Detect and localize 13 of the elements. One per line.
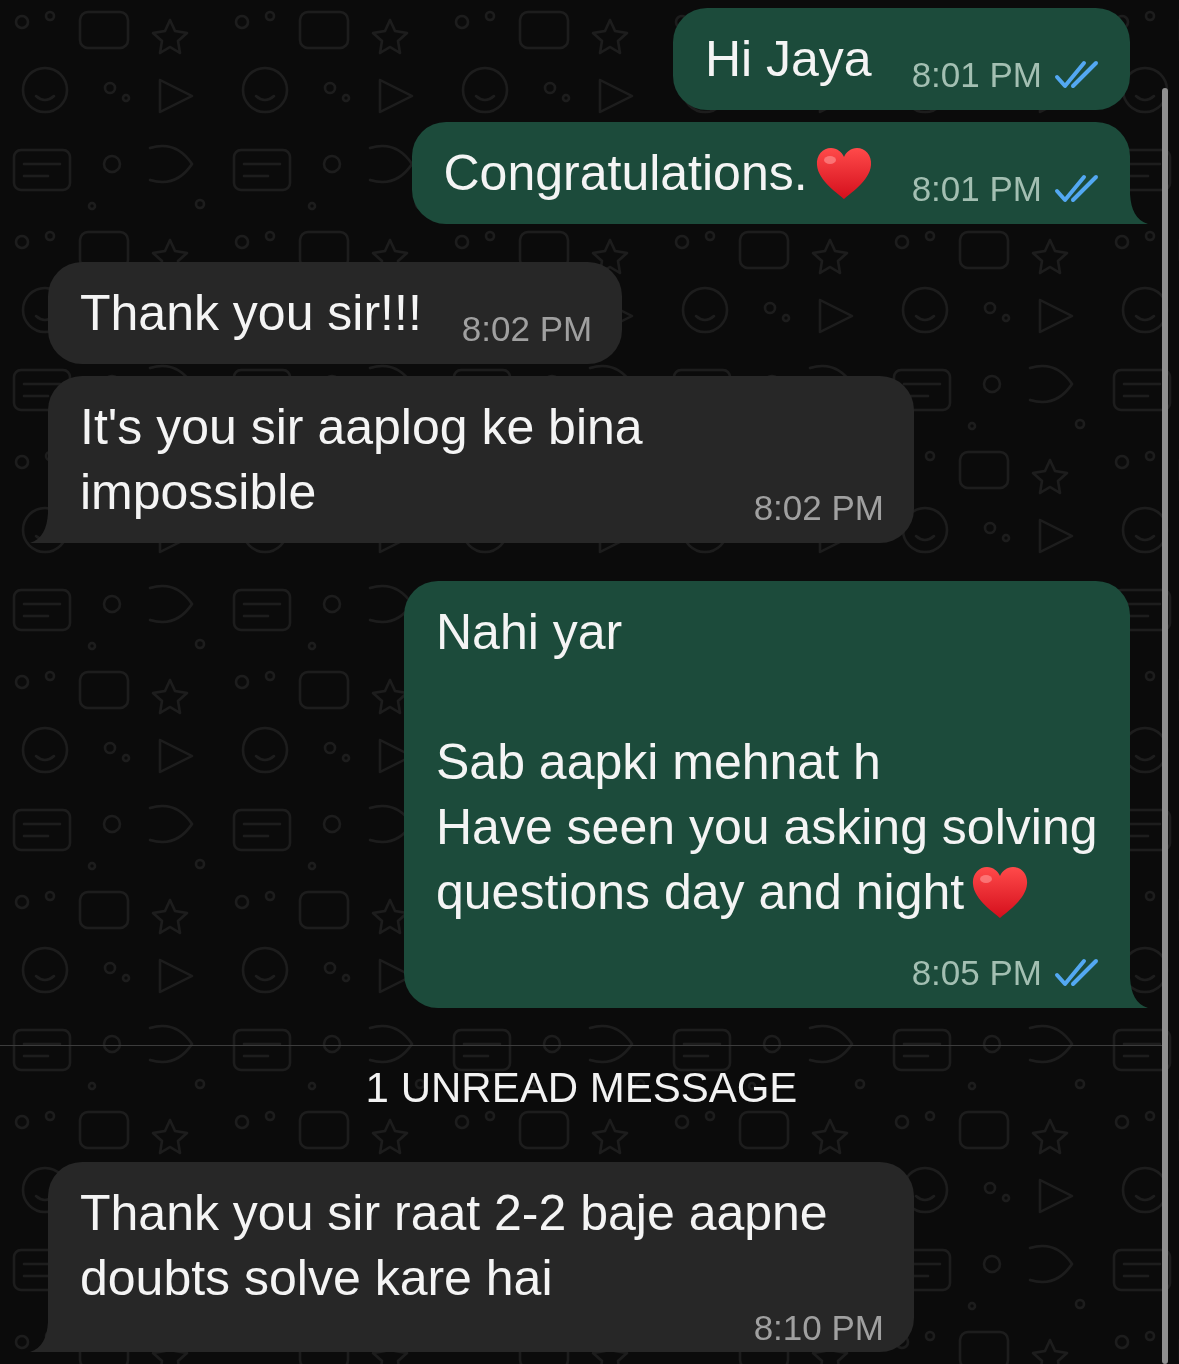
scrollbar-thumb[interactable] (1162, 88, 1168, 1364)
message-text: Thank you sir raat 2-2 baje aapne doubts solve kare hai (80, 1185, 828, 1306)
message-text: Congratulations. (443, 145, 808, 201)
message-text: Hi Jaya (704, 31, 872, 87)
message-text: It's you sir aaplog ke bina impossible (80, 399, 643, 520)
message-time: 8:10 PM (753, 1308, 884, 1348)
message-time: 8:02 PM (461, 309, 593, 349)
message-text: Thank you sir!!! (80, 285, 422, 341)
message-time: 8:01 PM (911, 169, 1042, 209)
message-time: 8:01 PM (911, 55, 1042, 95)
message-time: 8:05 PM (911, 953, 1042, 993)
message-text: Nahi yar Sab aapki mehnat h Have seen you asking solving questions day and night (436, 604, 1098, 920)
message-time: 8:02 PM (753, 488, 884, 528)
